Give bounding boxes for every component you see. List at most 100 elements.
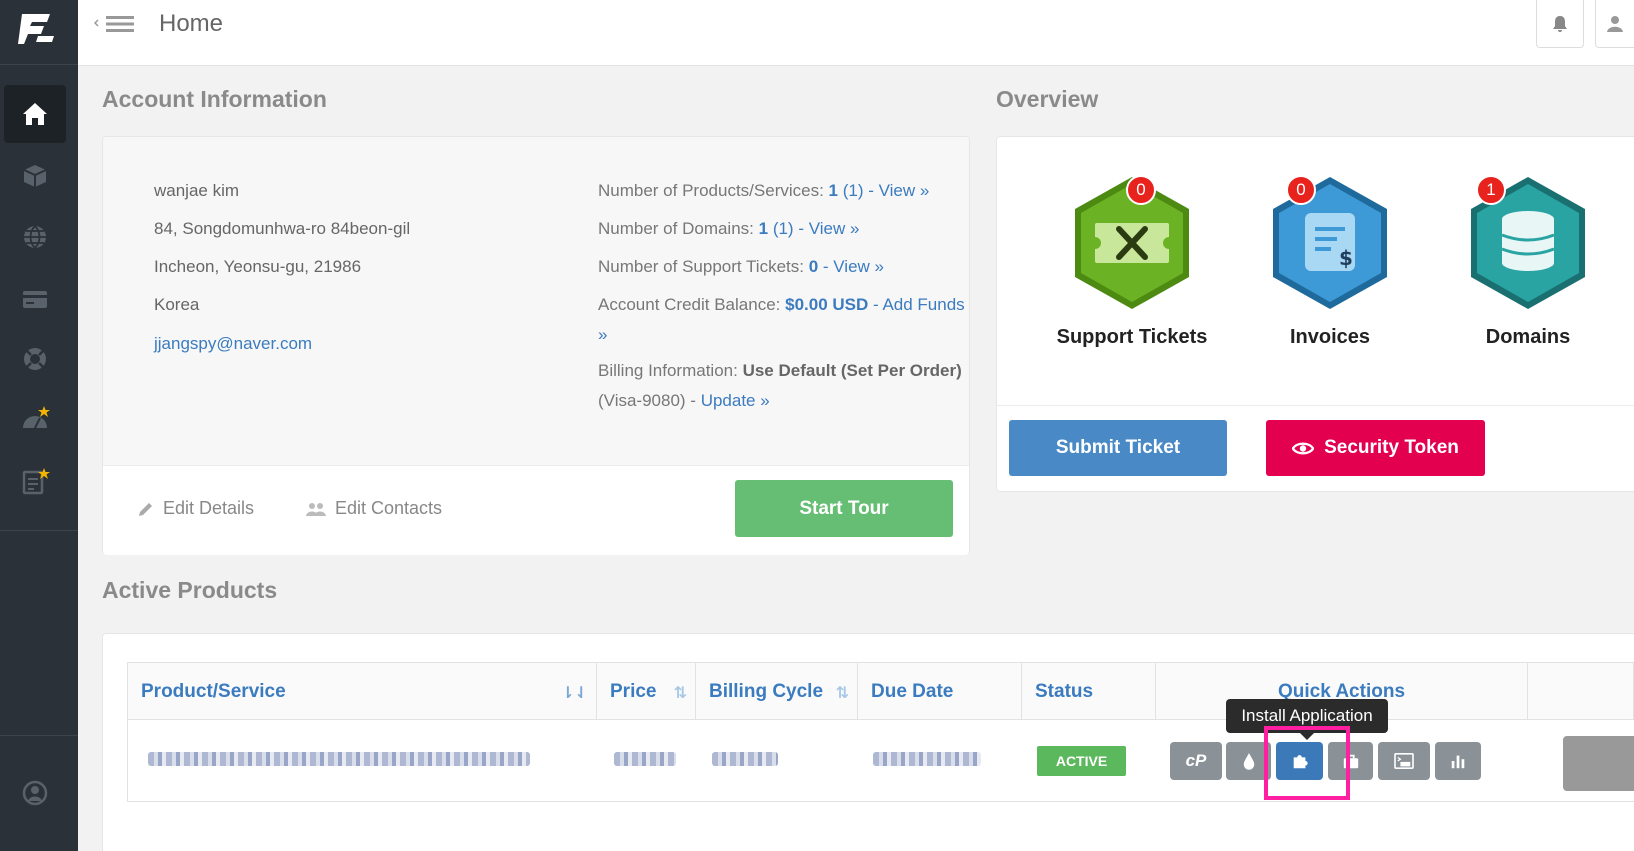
terminal-ssh-icon (1394, 752, 1414, 770)
droplet-icon (1243, 753, 1254, 770)
globe-icon (24, 225, 46, 249)
products-count-label: Number of Products/Services: (598, 181, 829, 200)
billing-info-label: Billing Information: (598, 361, 743, 380)
overview-divider (997, 405, 1634, 406)
column-status-label: Status (1035, 681, 1094, 702)
account-section-title: Account Information (102, 86, 327, 112)
overview-section-title: Overview (996, 86, 1099, 112)
sidebar-item-home[interactable] (4, 85, 66, 143)
start-tour-button[interactable]: Start Tour (735, 480, 953, 537)
edit-details-link[interactable]: Edit Details (137, 498, 254, 519)
page-title: Home (159, 10, 224, 37)
menu-toggle-button[interactable] (93, 14, 140, 34)
products-count-value: 1 (828, 181, 838, 200)
sidebar-item-account[interactable] (4, 764, 66, 822)
manage-product-button[interactable] (1563, 736, 1634, 791)
column-status[interactable]: Status (1022, 663, 1156, 721)
tickets-count-row: Number of Support Tickets: 0 - View » (598, 257, 884, 277)
overview-invoices[interactable]: $ 0 Invoices (1250, 173, 1410, 348)
contacts-icon (306, 502, 326, 516)
account-country: Korea (154, 295, 200, 314)
lifebuoy-icon (24, 348, 46, 370)
billing-card-text: (Visa-9080) - (598, 391, 701, 410)
domains-view-link[interactable]: (1) - View » (768, 219, 860, 238)
column-billing-cycle-label: Billing Cycle (709, 681, 824, 702)
invoices-count-badge: 0 (1286, 175, 1316, 205)
domains-count-badge: 1 (1476, 175, 1506, 205)
sidebar-item-dashboard[interactable] (4, 390, 66, 448)
products-section-title: Active Products (102, 577, 278, 603)
product-name-redacted (148, 752, 530, 766)
sort-icon: ⇅ (835, 685, 849, 702)
notifications-button[interactable] (1536, 0, 1584, 48)
edit-contacts-label: Edit Contacts (335, 498, 443, 518)
sidebar-item-services[interactable] (4, 147, 66, 205)
domains-count-row: Number of Domains: 1 (1) - View » (598, 219, 859, 239)
account-address-line2: Incheon, Yeonsu-gu, 21986 (154, 257, 362, 276)
statistics-button[interactable] (1435, 742, 1481, 780)
sidebar-divider (0, 64, 78, 65)
brand-logo[interactable] (16, 6, 62, 52)
security-token-button[interactable]: Security Token (1266, 420, 1485, 476)
eye-icon (1292, 442, 1315, 454)
sidebar-divider (0, 530, 78, 531)
edit-contacts-link[interactable]: Edit Contacts (305, 498, 442, 519)
account-details: wanjae kim 84, Songdomunhwa-ro 84beon-gi… (103, 137, 969, 465)
bell-icon (1553, 15, 1567, 32)
bar-chart-icon (1451, 755, 1465, 769)
user-circle-icon (22, 780, 48, 806)
sort-icon: ⇅ (673, 685, 687, 702)
column-due-date-label: Due Date (871, 681, 954, 702)
cpanel-login-button[interactable]: cP (1170, 742, 1222, 780)
column-product-service[interactable]: Product/Service ⇂⇃ (128, 663, 597, 721)
sidebar-divider (0, 735, 78, 736)
submit-ticket-button[interactable]: Submit Ticket (1009, 420, 1227, 476)
sidebar-item-domains[interactable] (4, 208, 66, 266)
sort-icon: ⇂⇃ (561, 685, 588, 702)
credit-balance-label: Account Credit Balance: (598, 295, 786, 314)
add-funds-link[interactable]: - Add Funds (868, 295, 965, 314)
credit-balance-value: $0.00 USD (785, 295, 869, 314)
price-redacted (614, 752, 676, 766)
due-date-redacted (873, 752, 981, 766)
column-due-date[interactable]: Due Date (858, 663, 1022, 721)
support-tickets-label: Support Tickets (1056, 326, 1208, 348)
status-badge: ACTIVE (1037, 746, 1126, 776)
gauge-icon (23, 406, 50, 429)
user-icon (1607, 15, 1623, 32)
account-email-link[interactable]: jjangspy@naver.com (154, 334, 312, 354)
account-footer: Edit Details Edit Contacts Start Tour (103, 465, 969, 555)
sidebar (0, 0, 78, 851)
account-panel: wanjae kim 84, Songdomunhwa-ro 84beon-gi… (102, 136, 970, 555)
checklist-icon (22, 468, 50, 495)
add-funds-arrow-link[interactable]: » (598, 325, 607, 344)
billing-info-row: Billing Information: Use Default (Set Pe… (598, 361, 962, 381)
hamburger-icon (93, 16, 134, 32)
security-token-label: Security Token (1324, 437, 1459, 458)
products-view-link[interactable]: (1) - View » (838, 181, 930, 200)
domains-count-label: Number of Domains: (598, 219, 759, 238)
credit-balance-row: Account Credit Balance: $0.00 USD - Add … (598, 295, 965, 315)
column-product-service-label: Product/Service (141, 681, 286, 702)
sidebar-item-billing[interactable] (4, 270, 66, 328)
sidebar-item-support[interactable] (4, 330, 66, 388)
account-address-line1: 84, Songdomunhwa-ro 84beon-gil (154, 219, 411, 238)
tickets-view-link[interactable]: - View » (818, 257, 884, 276)
invoices-label: Invoices (1289, 326, 1371, 348)
domains-label: Domains (1485, 326, 1571, 348)
sidebar-item-tasks[interactable] (4, 452, 66, 510)
ssh-access-button[interactable] (1378, 742, 1430, 780)
add-funds-arrow-row: » (598, 325, 607, 345)
billing-update-link[interactable]: Update » (701, 391, 770, 410)
account-name: wanjae kim (154, 181, 240, 200)
support-tickets-count-badge: 0 (1126, 175, 1156, 205)
column-price[interactable]: Price ⇅ (597, 663, 696, 721)
overview-domains[interactable]: 1 Domains (1448, 173, 1608, 348)
domains-count-value: 1 (758, 219, 769, 238)
billing-info-value: Use Default (Set Per Order) (742, 361, 962, 380)
column-billing-cycle[interactable]: Billing Cycle ⇅ (696, 663, 858, 721)
billing-card-row: (Visa-9080) - Update » (598, 391, 770, 411)
overview-support-tickets[interactable]: 0 Support Tickets (1052, 173, 1212, 348)
tickets-count-label: Number of Support Tickets: (598, 257, 809, 276)
user-menu-button[interactable] (1595, 0, 1634, 48)
